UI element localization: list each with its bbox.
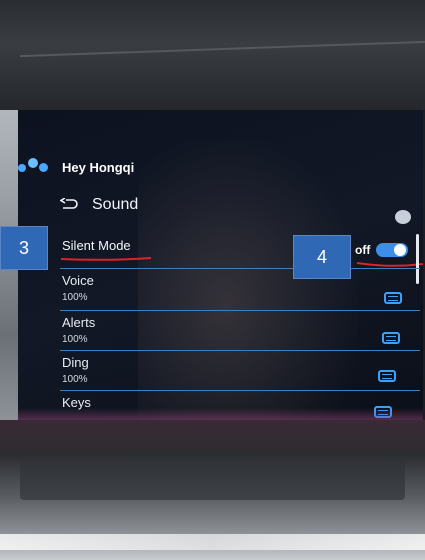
toggle-knob <box>394 244 407 256</box>
divider <box>60 350 420 351</box>
infotainment-screen: Hey Hongqi Sound Silent Mode off Voice 1… <box>18 110 423 422</box>
page-header: Sound <box>60 196 138 214</box>
red-underline-annotation <box>60 257 152 261</box>
toggle-state-label: off <box>355 243 371 257</box>
setting-label-voice: Voice <box>62 273 94 288</box>
red-underline-annotation-toggle <box>356 262 423 267</box>
voice-assistant[interactable]: Hey Hongqi <box>18 158 134 176</box>
setting-value-voice: 100% <box>62 292 88 303</box>
scrollbar[interactable] <box>416 234 419 284</box>
screen-reflection <box>138 140 358 420</box>
setting-label-alerts: Alerts <box>62 315 96 330</box>
annotation-marker-3: 3 <box>0 226 48 270</box>
setting-value-alerts: 100% <box>62 334 88 345</box>
toggle-switch[interactable] <box>376 243 409 257</box>
equalizer-icon[interactable] <box>378 370 396 382</box>
top-bezel <box>0 0 425 110</box>
back-arrow-icon[interactable] <box>60 198 78 212</box>
divider <box>60 390 420 391</box>
silent-mode-label: Silent Mode <box>62 238 131 253</box>
assistant-name: Hey Hongqi <box>62 159 135 175</box>
setting-value-ding: 100% <box>62 374 88 385</box>
page-title: Sound <box>92 196 139 213</box>
equalizer-icon[interactable] <box>384 292 402 304</box>
chat-bubble-icon[interactable] <box>395 210 411 224</box>
bottom-bezel <box>0 420 425 560</box>
divider <box>60 268 420 269</box>
assistant-logo-icon <box>18 158 52 176</box>
divider <box>60 310 420 311</box>
annotation-marker-4: 4 <box>293 235 351 279</box>
setting-label-ding: Ding <box>62 355 89 370</box>
silent-mode-toggle[interactable]: off <box>355 243 409 257</box>
equalizer-icon[interactable] <box>382 332 400 344</box>
